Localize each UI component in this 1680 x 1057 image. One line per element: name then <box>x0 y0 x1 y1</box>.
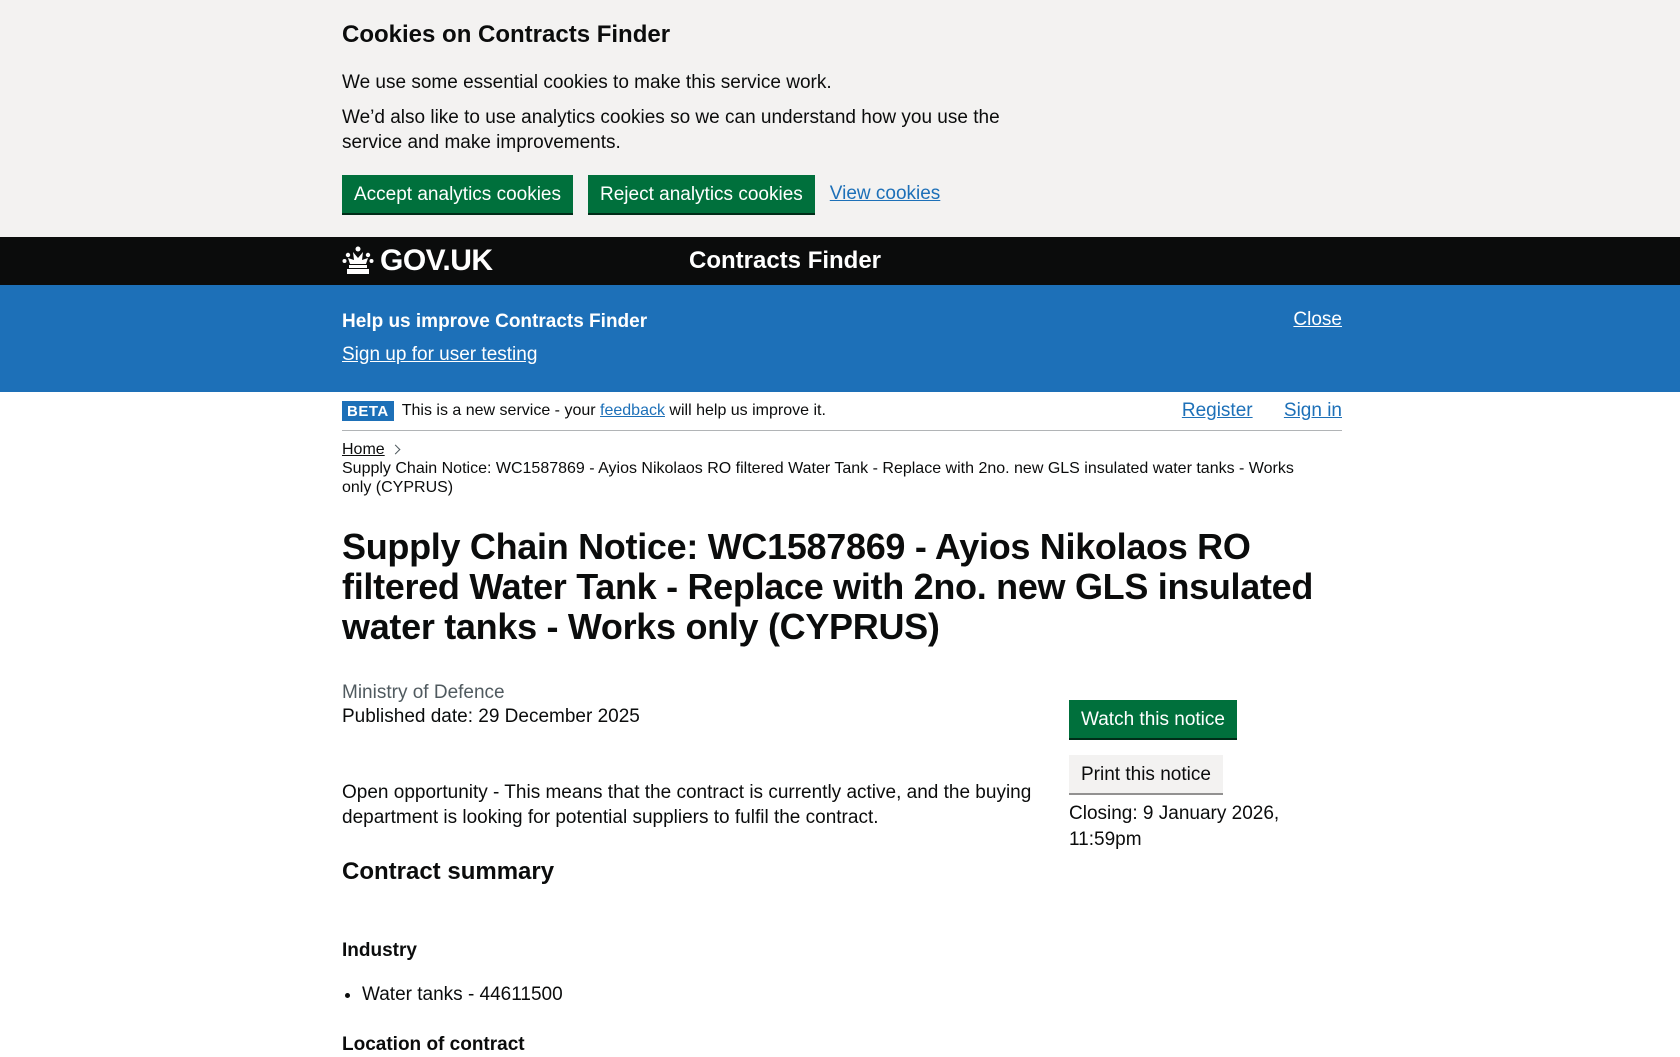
research-banner-close-link[interactable]: Close <box>1293 309 1342 331</box>
cookie-button-group: Accept analytics cookies Reject analytic… <box>342 175 1342 213</box>
breadcrumb-home-link[interactable]: Home <box>342 441 385 458</box>
contract-summary-heading: Contract summary <box>342 858 555 885</box>
closing-date: Closing: 9 January 2026, 11:59pm <box>1069 803 1280 850</box>
register-link[interactable]: Register <box>1182 400 1253 421</box>
service-name-link[interactable]: Contracts Finder <box>689 247 881 275</box>
notice-content: Ministry of Defence Published date: 29 D… <box>342 681 1342 1057</box>
page-title: Supply Chain Notice: WC1587869 - Ayios N… <box>342 526 1314 647</box>
phase-banner: BETA This is a new service - your feedba… <box>342 392 1342 431</box>
breadcrumb-current-page: Supply Chain Notice: WC1587869 - Ayios N… <box>342 460 1294 496</box>
industry-item: Water tanks - 44611500 <box>362 982 1069 1007</box>
phase-text-before: This is a new service - your <box>401 402 596 419</box>
organisation-name: Ministry of Defence <box>342 682 505 703</box>
govuk-logo-link[interactable]: GOV.UK <box>342 244 493 278</box>
phase-text-after: will help us improve it. <box>669 402 826 419</box>
industry-heading: Industry <box>342 940 417 961</box>
govuk-logo-text: GOV.UK <box>380 244 493 277</box>
phase-banner-text: This is a new service - your feedback wi… <box>402 402 826 420</box>
print-notice-button[interactable]: Print this notice <box>1069 755 1223 793</box>
notice-main-column: Ministry of Defence Published date: 29 D… <box>342 681 1069 1057</box>
beta-tag: BETA <box>342 401 394 421</box>
user-testing-signup-link[interactable]: Sign up for user testing <box>342 344 537 365</box>
watch-notice-button[interactable]: Watch this notice <box>1069 700 1237 738</box>
notice-status-description: Open opportunity - This means that the c… <box>342 782 1032 828</box>
site-header: GOV.UK Contracts Finder <box>0 237 1680 285</box>
notice-actions-sidebar: Watch this notice Print this notice Clos… <box>1069 681 1342 1057</box>
industry-list: Water tanks - 44611500 <box>342 982 1069 1007</box>
reject-cookies-button[interactable]: Reject analytics cookies <box>588 175 815 213</box>
crown-icon <box>342 246 374 274</box>
location-heading: Location of contract <box>342 1034 525 1055</box>
view-cookies-link[interactable]: View cookies <box>830 183 941 205</box>
sign-in-link[interactable]: Sign in <box>1284 400 1342 421</box>
chevron-right-icon <box>390 444 401 455</box>
accept-cookies-button[interactable]: Accept analytics cookies <box>342 175 573 213</box>
cookie-banner: Cookies on Contracts Finder We use some … <box>0 0 1680 237</box>
cookie-banner-title: Cookies on Contracts Finder <box>342 21 671 48</box>
cookie-analytics-text: We’d also like to use analytics cookies … <box>342 107 1000 153</box>
research-banner-title: Help us improve Contracts Finder <box>342 311 648 332</box>
user-research-banner: Help us improve Contracts Finder Sign up… <box>0 285 1680 392</box>
account-links: Register Sign in <box>1156 400 1342 422</box>
feedback-link[interactable]: feedback <box>600 402 665 419</box>
cookie-essential-text: We use some essential cookies to make th… <box>342 72 832 93</box>
breadcrumb: Home Supply Chain Notice: WC1587869 - Ay… <box>342 440 1342 497</box>
published-date: Published date: 29 December 2025 <box>342 706 640 727</box>
